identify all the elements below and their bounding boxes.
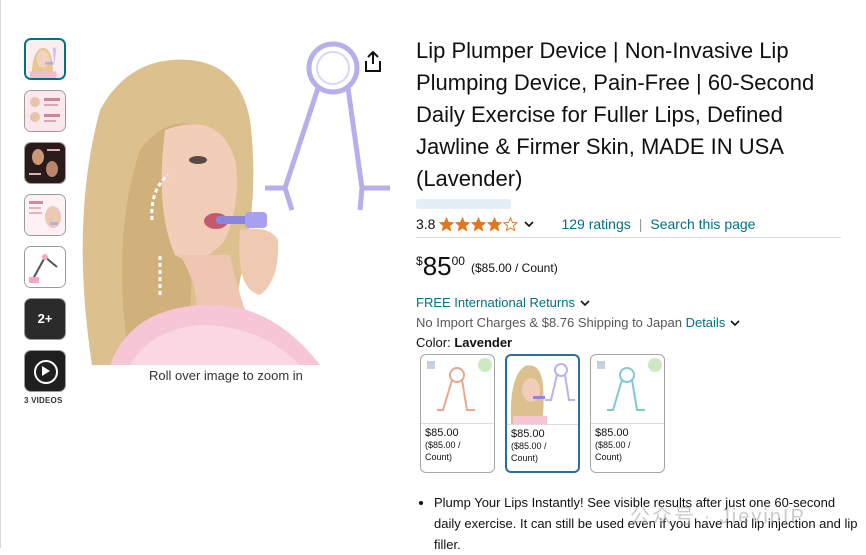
divider	[416, 237, 841, 238]
thumbnail-3-image	[25, 143, 65, 183]
swatch-price: $85.00	[595, 427, 629, 439]
main-product-image[interactable]	[70, 40, 410, 365]
ratings-count-link[interactable]: 129 ratings	[561, 216, 630, 232]
color-selection: Color: Lavender	[416, 335, 512, 350]
star-icon	[487, 216, 503, 232]
swatch-model-image	[510, 363, 575, 424]
swatch-device-image	[427, 358, 492, 411]
swatch-image	[507, 356, 578, 425]
details-link[interactable]: Details	[686, 315, 726, 330]
page-left-border	[0, 0, 1, 548]
product-title: Lip Plumper Device | Non-Invasive Lip Pl…	[416, 38, 815, 191]
thumbnail-4[interactable]	[24, 194, 66, 236]
chevron-down-icon	[580, 299, 590, 306]
thumbnail-1[interactable]	[24, 38, 66, 80]
star-icon	[455, 216, 471, 232]
rating-row: 3.8 129 ratings | Search this page	[416, 216, 755, 232]
price-currency: $	[416, 254, 423, 268]
thumbnail-2-image	[25, 91, 65, 131]
swatch-image	[591, 355, 664, 424]
chevron-down-icon[interactable]	[523, 218, 535, 230]
thumbnail-4-image	[25, 195, 65, 235]
returns-text: FREE International Returns	[416, 295, 575, 310]
price-whole: 85	[422, 251, 452, 281]
price: $ 85 00 ($85.00 / Count)	[416, 251, 558, 281]
swatch-price: $85.00	[425, 427, 459, 439]
swatch-unit-price: ($85.00 / Count)	[511, 441, 547, 463]
thumbnail-5-image	[25, 247, 65, 287]
watermark: 公众号 · JievinIP	[630, 506, 806, 528]
color-swatches: $85.00 ($85.00 / Count) $85.00 ($85.00 /…	[420, 354, 675, 473]
rating-separator: |	[638, 216, 643, 232]
import-text: No Import Charges & $8.76 Shipping to Ja…	[416, 315, 682, 330]
videos-count-label: 3 VIDEOS	[24, 396, 63, 405]
swatch-price: $85.00	[511, 428, 545, 440]
play-triangle-icon	[42, 366, 50, 376]
swatch-option-3[interactable]: $85.00 ($85.00 / Count)	[590, 354, 665, 473]
star-icon	[471, 216, 487, 232]
swatch-unit-price: ($85.00 / Count)	[425, 440, 461, 462]
brand-store-link[interactable]	[416, 199, 511, 209]
video-thumbnail[interactable]	[24, 350, 66, 392]
swatch-device-image	[597, 358, 662, 411]
swatch-unit-price: ($85.00 / Count)	[595, 440, 631, 462]
swatch-image	[421, 355, 494, 424]
star-rating[interactable]	[439, 216, 519, 232]
thumbnail-strip: 2+ 3 VIDEOS	[24, 38, 68, 405]
thumbnail-5[interactable]	[24, 246, 66, 288]
color-label: Color:	[416, 335, 451, 350]
selected-color: Lavender	[454, 335, 513, 350]
swatch-option-2[interactable]: $85.00 ($85.00 / Count)	[505, 354, 580, 473]
star-icon	[503, 216, 519, 232]
swatch-option-1[interactable]: $85.00 ($85.00 / Count)	[420, 354, 495, 473]
share-icon[interactable]	[362, 50, 384, 74]
import-charges: No Import Charges & $8.76 Shipping to Ja…	[416, 315, 741, 330]
thumbnail-1-image	[26, 40, 64, 78]
price-per-unit: ($85.00 / Count)	[470, 261, 558, 275]
price-fraction: 00	[451, 254, 465, 268]
thumbnail-2[interactable]	[24, 90, 66, 132]
zoom-hint: Roll over image to zoom in	[149, 368, 303, 383]
thumbnail-more[interactable]: 2+	[24, 298, 66, 340]
returns-link[interactable]: FREE International Returns	[416, 295, 591, 310]
search-page-link[interactable]: Search this page	[650, 216, 755, 232]
more-images-count: 2+	[37, 311, 53, 326]
thumbnail-3[interactable]	[24, 142, 66, 184]
chevron-down-icon[interactable]	[729, 317, 741, 329]
star-icon	[439, 216, 455, 232]
rating-value: 3.8	[416, 216, 436, 232]
